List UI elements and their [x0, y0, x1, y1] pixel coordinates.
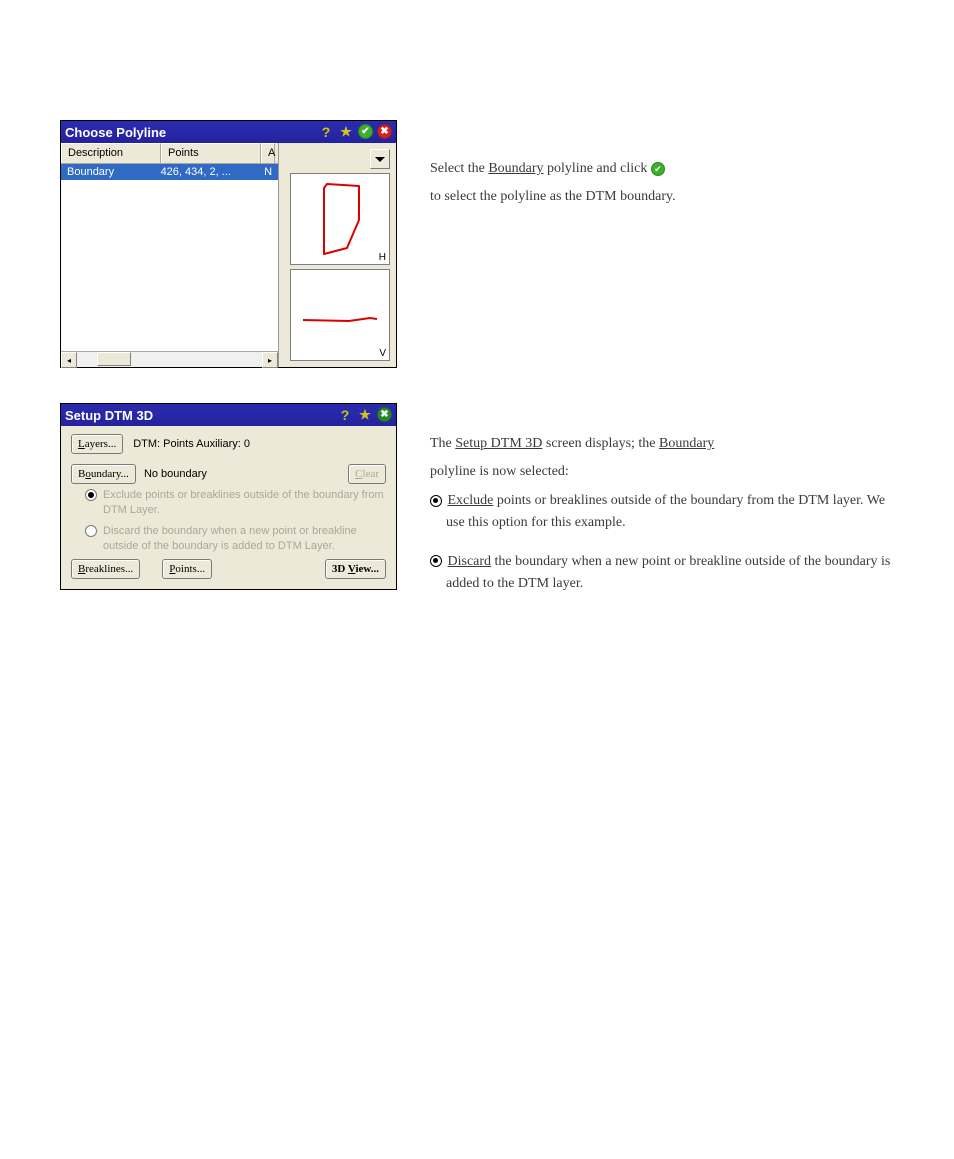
- s2-opt1a: Exclude: [448, 493, 494, 508]
- layers-button[interactable]: Layers...: [71, 434, 123, 454]
- side-text-1: Select the Boundary polyline and click ✔…: [430, 120, 894, 215]
- close-icon[interactable]: ✖: [377, 407, 392, 422]
- boundary-label: No boundary: [144, 468, 207, 480]
- s2-bound: Boundary: [659, 436, 714, 451]
- s2c: screen displays; the: [542, 436, 659, 451]
- radio-exclude-row[interactable]: Exclude points or breaklines outside of …: [71, 488, 386, 518]
- preview-h-label: H: [379, 252, 386, 263]
- boundary-shape-h-icon: [291, 174, 391, 266]
- preview-horizontal: H: [290, 173, 390, 265]
- horizontal-scrollbar[interactable]: ◂ ▸: [61, 351, 278, 367]
- col-description[interactable]: Description: [61, 143, 161, 163]
- scroll-thumb[interactable]: [97, 352, 131, 366]
- s2-setup: Setup DTM 3D: [455, 436, 542, 451]
- bullet-radio-icon: [430, 495, 442, 507]
- setup-dtm-title: Setup DTM 3D: [65, 408, 337, 423]
- cell-points: 426, 434, 2, ...: [161, 164, 265, 180]
- s2a: The: [430, 436, 455, 451]
- radio-exclude-label: Exclude points or breaklines outside of …: [103, 488, 386, 518]
- star-icon[interactable]: ★: [357, 407, 373, 423]
- cell-description: Boundary: [61, 164, 161, 180]
- preview-vertical: V: [290, 269, 390, 361]
- setup-dtm-titlebar: Setup DTM 3D ? ★ ✖: [61, 404, 396, 426]
- side1-boundary: Boundary: [488, 161, 543, 176]
- points-button[interactable]: Points...: [162, 559, 212, 579]
- table-row[interactable]: Boundary 426, 434, 2, ... N: [61, 164, 278, 180]
- cancel-icon[interactable]: ✖: [377, 124, 392, 139]
- choose-polyline-titlebar: Choose Polyline ? ★ ✔ ✖: [61, 121, 396, 143]
- bullet-radio-icon: [430, 555, 442, 567]
- side1-d: to select the polyline as the DTM bounda…: [430, 189, 676, 204]
- chevron-down-icon: [375, 157, 385, 167]
- dtm-label: DTM: Points Auxiliary: 0: [133, 438, 250, 450]
- s2-opt2a: Discard: [448, 554, 492, 569]
- radio-discard-label: Discard the boundary when a new point or…: [103, 524, 386, 554]
- boundary-shape-v-icon: [291, 270, 391, 362]
- scroll-right-button[interactable]: ▸: [262, 352, 278, 368]
- polyline-list[interactable]: Boundary 426, 434, 2, ... N: [61, 164, 278, 351]
- radio-exclude[interactable]: [85, 489, 97, 501]
- cell-a: N: [264, 164, 278, 180]
- choose-polyline-window: Choose Polyline ? ★ ✔ ✖ Description Poin…: [60, 120, 397, 368]
- side1-c: polyline and click: [544, 161, 651, 176]
- dropdown-button[interactable]: [370, 149, 390, 169]
- setup-dtm-window: Setup DTM 3D ? ★ ✖ Layers... DTM: Points…: [60, 403, 397, 590]
- scroll-left-button[interactable]: ◂: [61, 352, 77, 368]
- choose-polyline-title: Choose Polyline: [65, 125, 318, 140]
- scroll-track[interactable]: [77, 352, 262, 367]
- ok-inline-icon: ✔: [651, 162, 665, 176]
- s2-opt2b: the boundary when a new point or breakli…: [446, 554, 890, 591]
- s2e: polyline is now selected:: [430, 464, 569, 479]
- side1-a: Select the: [430, 161, 488, 176]
- breaklines-button[interactable]: Breaklines...: [71, 559, 140, 579]
- help-icon[interactable]: ?: [337, 407, 353, 423]
- boundary-button[interactable]: Boundary...: [71, 464, 136, 484]
- radio-discard-row[interactable]: Discard the boundary when a new point or…: [71, 524, 386, 554]
- radio-discard[interactable]: [85, 525, 97, 537]
- polyline-table-headers: Description Points A: [61, 143, 278, 164]
- col-a[interactable]: A: [261, 143, 275, 163]
- star-icon[interactable]: ★: [338, 124, 354, 140]
- s2-opt1b: points or breaklines outside of the boun…: [446, 493, 885, 530]
- side-text-2: The Setup DTM 3D screen displays; the Bo…: [430, 403, 894, 601]
- preview-v-label: V: [379, 348, 386, 359]
- col-points[interactable]: Points: [161, 143, 261, 163]
- 3d-view-button[interactable]: 3D View...: [325, 559, 386, 579]
- help-icon[interactable]: ?: [318, 124, 334, 140]
- ok-icon[interactable]: ✔: [358, 124, 373, 139]
- clear-button: Clear: [348, 464, 386, 484]
